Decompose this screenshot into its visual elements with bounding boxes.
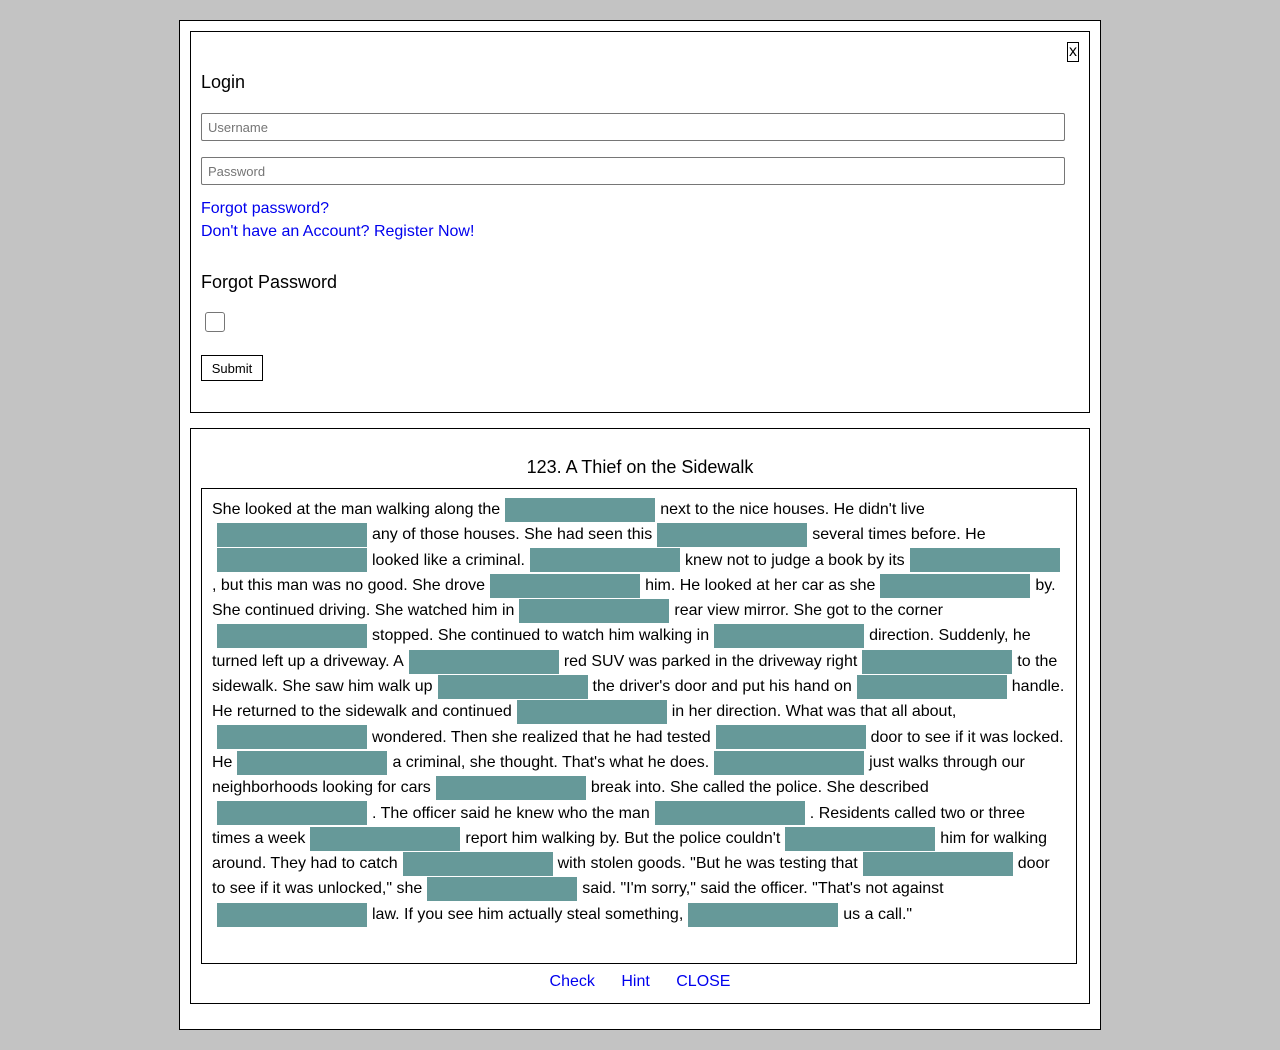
blank-input[interactable] [217, 548, 367, 573]
blank-input[interactable] [217, 902, 367, 927]
login-panel: x Login Forgot password? Don't have an A… [190, 31, 1090, 413]
story-segment: said. "I'm sorry," said the officer. "Th… [582, 880, 944, 898]
blank-input[interactable] [715, 725, 866, 750]
modal-container: x Login Forgot password? Don't have an A… [179, 20, 1101, 1030]
story-segment: rear view mirror. She got to the corner [674, 602, 943, 620]
blank-input[interactable] [657, 523, 808, 548]
blank-input[interactable] [909, 548, 1060, 573]
story-text: She looked at the man walking along the n… [201, 488, 1077, 964]
story-segment: looked like a criminal. [372, 551, 525, 569]
register-link[interactable]: Don't have an Account? Register Now! [201, 223, 474, 241]
forgot-password-link[interactable]: Forgot password? [201, 200, 329, 218]
story-segment: with stolen goods. "But he was testing t… [557, 855, 858, 873]
hint-button[interactable]: Hint [621, 973, 649, 990]
username-input[interactable] [201, 113, 1065, 141]
password-input[interactable] [201, 157, 1065, 185]
story-segment: us a call." [843, 905, 913, 923]
blank-input[interactable] [529, 548, 680, 573]
blank-input[interactable] [427, 877, 578, 902]
blank-input[interactable] [217, 801, 367, 826]
story-segment: wondered. Then she realized that he had … [372, 728, 711, 746]
login-title: Login [201, 72, 246, 92]
blank-input[interactable] [217, 523, 367, 548]
check-button[interactable]: Check [550, 973, 595, 990]
blank-input[interactable] [310, 826, 461, 851]
close-story-button[interactable]: CLOSE [676, 973, 730, 990]
close-button[interactable]: x [1067, 42, 1079, 62]
story-segment: , but this man was no good. She drove [212, 576, 486, 594]
story-segment: report him walking by. But the police co… [465, 829, 781, 847]
blank-input[interactable] [785, 826, 936, 851]
blank-input[interactable] [490, 573, 641, 598]
blank-input[interactable] [237, 750, 388, 775]
blank-input[interactable] [402, 851, 553, 876]
blank-input[interactable] [505, 497, 656, 522]
blank-input[interactable] [714, 750, 865, 775]
story-title: 123. A Thief on the Sidewalk [526, 457, 754, 477]
story-segment: in her direction. What was that all abou… [671, 703, 957, 721]
story-segment: several times before. He [812, 526, 986, 544]
story-segment: She looked at the man walking along the [212, 501, 501, 518]
blank-input[interactable] [435, 776, 586, 801]
forgot-password-title: Forgot Password [201, 272, 338, 292]
story-segment: any of those houses. She had seen this [372, 526, 653, 544]
story-segment: a criminal, she thought. That's what he … [392, 753, 710, 771]
story-segment: knew not to judge a book by its [684, 551, 905, 569]
blank-input[interactable] [862, 649, 1013, 674]
forgot-password-checkbox[interactable] [205, 312, 225, 332]
story-panel: 123. A Thief on the Sidewalk She looked … [190, 428, 1090, 1004]
story-segment: the driver's door and put his hand on [592, 678, 852, 696]
blank-input[interactable] [217, 624, 367, 649]
blank-input[interactable] [437, 674, 588, 699]
blank-input[interactable] [688, 902, 839, 927]
story-segment: him. He looked at her car as she [645, 576, 876, 594]
blank-input[interactable] [519, 598, 670, 623]
blank-input[interactable] [408, 649, 559, 674]
story-actions: Check Hint CLOSE [191, 973, 1089, 991]
blank-input[interactable] [654, 801, 805, 826]
story-segment: next to the nice houses. He didn't live [660, 501, 925, 518]
blank-input[interactable] [714, 624, 865, 649]
blank-input[interactable] [516, 700, 667, 725]
blank-input[interactable] [856, 674, 1007, 699]
story-segment: break into. She called the police. She d… [590, 779, 929, 797]
submit-button[interactable]: Submit [201, 355, 263, 381]
blank-input[interactable] [217, 725, 367, 750]
blank-input[interactable] [880, 573, 1031, 598]
story-segment: stopped. She continued to watch him walk… [372, 627, 710, 645]
blank-input[interactable] [862, 851, 1013, 876]
story-segment: . The officer said he knew who the man [372, 804, 650, 822]
story-segment: red SUV was parked in the driveway right [563, 652, 858, 670]
story-segment: law. If you see him actually steal somet… [372, 905, 684, 923]
